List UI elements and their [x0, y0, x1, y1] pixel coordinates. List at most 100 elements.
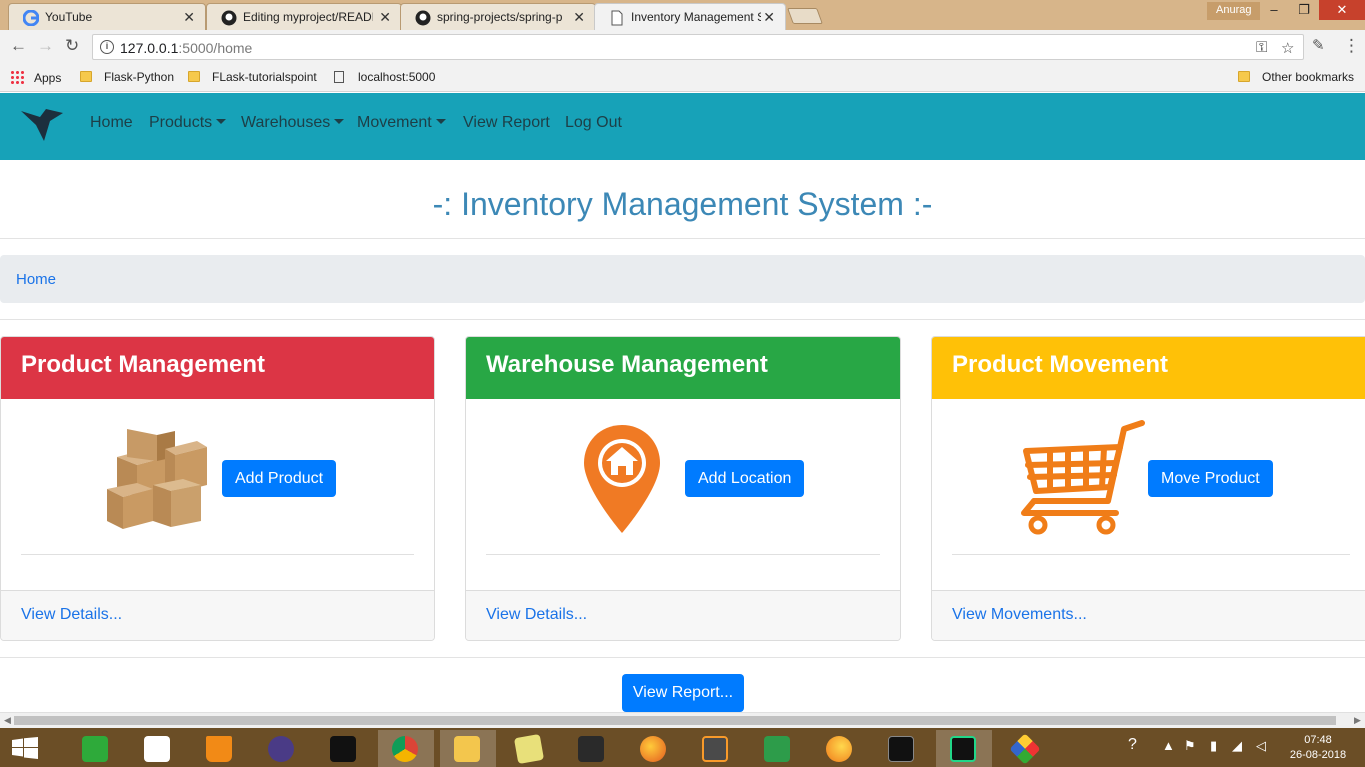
store-icon [82, 736, 108, 762]
dropbox-taskbar-button[interactable] [130, 730, 186, 767]
mysql-taskbar-button[interactable] [316, 730, 372, 767]
terminal-icon [888, 736, 914, 762]
address-bar: ← → ↻ i 127.0.0.1:5000/home ⚿ ☆ ✎ ⋮ [0, 30, 1365, 64]
add-location-button[interactable]: Add Location [685, 460, 805, 497]
google-icon [23, 10, 39, 26]
bookmark-label: Flask-Python [104, 70, 175, 84]
dropbox-icon [144, 736, 170, 762]
url-text: 127.0.0.1:5000/home [120, 40, 252, 56]
divider [0, 238, 1365, 239]
windows-taskbar: ? ▲ ⚑ ▮ ◢ ◁ 07:48 26-08-2018 [0, 728, 1365, 767]
forward-arrow-icon[interactable]: → [37, 36, 54, 56]
bookmark-other[interactable]: Other bookmarks [1238, 70, 1354, 84]
tab-title: YouTube [45, 10, 93, 24]
bookmark-flask-python[interactable]: Flask-Python [80, 70, 174, 84]
divider [952, 554, 1350, 555]
browser-tab-editing-readme[interactable]: Editing myproject/READM ✕ [206, 3, 402, 30]
explorer-taskbar-button[interactable] [440, 730, 496, 767]
firefox-icon [640, 736, 666, 762]
pycharm-taskbar-button[interactable] [936, 730, 992, 767]
photos-icon [513, 733, 545, 765]
nav-products[interactable]: Products [149, 114, 227, 132]
browser-tab-youtube[interactable]: YouTube ✕ [8, 3, 206, 30]
restore-icon[interactable]: ❐ [1288, 0, 1320, 20]
info-icon[interactable]: i [100, 40, 114, 54]
folder-icon [1238, 71, 1250, 82]
menu-kebab-icon[interactable]: ⋮ [1343, 36, 1360, 56]
breadcrumb: Home [0, 255, 1365, 303]
folder-icon [80, 71, 92, 82]
sublime-taskbar-button[interactable] [688, 730, 744, 767]
close-icon[interactable]: ✕ [763, 9, 775, 26]
star-icon[interactable]: ☆ [1281, 39, 1294, 57]
bookmark-localhost[interactable]: localhost:5000 [334, 70, 435, 84]
chrome-taskbar-button[interactable] [378, 730, 434, 767]
add-product-button[interactable]: Add Product [222, 460, 337, 497]
key-icon[interactable]: ⚿ [1256, 39, 1267, 56]
nav-movement[interactable]: Movement [357, 114, 446, 132]
move-product-button[interactable]: Move Product [1148, 460, 1273, 497]
card-footer: View Details... [466, 590, 900, 640]
chrome-icon [392, 736, 418, 762]
volume-muted-icon[interactable]: ◁ [1256, 738, 1266, 754]
firefox-taskbar-button[interactable] [626, 730, 682, 767]
nfs-taskbar-button[interactable] [564, 730, 620, 767]
back-arrow-icon[interactable]: ← [10, 36, 27, 56]
eclipse-taskbar-button[interactable] [254, 730, 310, 767]
page-title: -: Inventory Management System :- [432, 186, 933, 222]
page-icon [334, 71, 344, 83]
bird-logo-icon[interactable] [20, 107, 64, 143]
nav-label: Warehouses [241, 114, 331, 131]
close-icon[interactable]: ✕ [573, 9, 585, 26]
caret-down-icon [216, 119, 227, 124]
edge-taskbar-button[interactable] [812, 730, 868, 767]
store-taskbar-button[interactable] [68, 730, 124, 767]
classroom-taskbar-button[interactable] [750, 730, 806, 767]
vlc-taskbar-button[interactable] [192, 730, 248, 767]
browser-tab-strip: YouTube ✕ Editing myproject/READM ✕ spri… [0, 0, 1365, 30]
git-taskbar-button[interactable] [998, 730, 1054, 767]
flag-icon[interactable]: ⚑ [1184, 738, 1196, 754]
classroom-icon [764, 736, 790, 762]
extension-icon[interactable]: ✎ [1312, 36, 1325, 54]
cmd-taskbar-button[interactable] [874, 730, 930, 767]
card-product-movement: Product Movement Move Product View Movem… [931, 336, 1365, 641]
nav-warehouses[interactable]: Warehouses [241, 114, 345, 132]
profile-chip[interactable]: Anurag [1207, 2, 1261, 20]
nav-home[interactable]: Home [90, 114, 133, 132]
divider [486, 554, 880, 555]
battery-icon[interactable]: ▮ [1210, 738, 1217, 754]
card-warehouse-management: Warehouse Management Add Location View D… [465, 336, 901, 641]
nav-log-out[interactable]: Log Out [565, 114, 622, 132]
minimize-icon[interactable]: – [1258, 0, 1290, 20]
help-icon[interactable]: ? [1128, 736, 1137, 754]
view-movements-link[interactable]: View Movements... [952, 606, 1087, 623]
view-details-link[interactable]: View Details... [486, 606, 587, 623]
bookmark-apps[interactable]: Apps [10, 70, 61, 85]
scroll-left-icon[interactable]: ◀ [4, 715, 11, 726]
photos-taskbar-button[interactable] [502, 730, 558, 767]
view-details-link[interactable]: View Details... [21, 606, 122, 623]
new-tab-button[interactable] [787, 8, 823, 24]
window-close-icon[interactable]: ✕ [1319, 0, 1365, 20]
bookmark-flask-tutorialspoint[interactable]: FLask-tutorialspoint [188, 70, 317, 84]
chevron-up-icon[interactable]: ▲ [1162, 738, 1175, 753]
reload-icon[interactable]: ↻ [65, 36, 79, 56]
url-field[interactable]: i 127.0.0.1:5000/home ⚿ ☆ [92, 34, 1304, 60]
browser-tab-inventory[interactable]: Inventory Management S ✕ [594, 3, 786, 30]
breadcrumb-home[interactable]: Home [16, 271, 56, 288]
close-icon[interactable]: ✕ [379, 9, 391, 26]
view-report-button[interactable]: View Report... [622, 674, 744, 712]
close-icon[interactable]: ✕ [183, 9, 195, 26]
wifi-icon[interactable]: ◢ [1232, 738, 1242, 754]
card-header: Warehouse Management [466, 337, 900, 399]
taskbar-clock[interactable]: 07:48 26-08-2018 [1288, 733, 1348, 763]
windows-start-icon[interactable] [12, 737, 38, 759]
bookmark-label: Apps [34, 71, 62, 85]
nav-view-report[interactable]: View Report [463, 114, 550, 132]
scrollbar-thumb[interactable] [14, 716, 1336, 725]
scroll-right-icon[interactable]: ▶ [1354, 715, 1361, 726]
horizontal-scrollbar[interactable]: ◀ ▶ [0, 712, 1365, 728]
shopping-cart-icon [1021, 420, 1145, 535]
browser-tab-spring-projects[interactable]: spring-projects/spring-p ✕ [400, 3, 596, 30]
